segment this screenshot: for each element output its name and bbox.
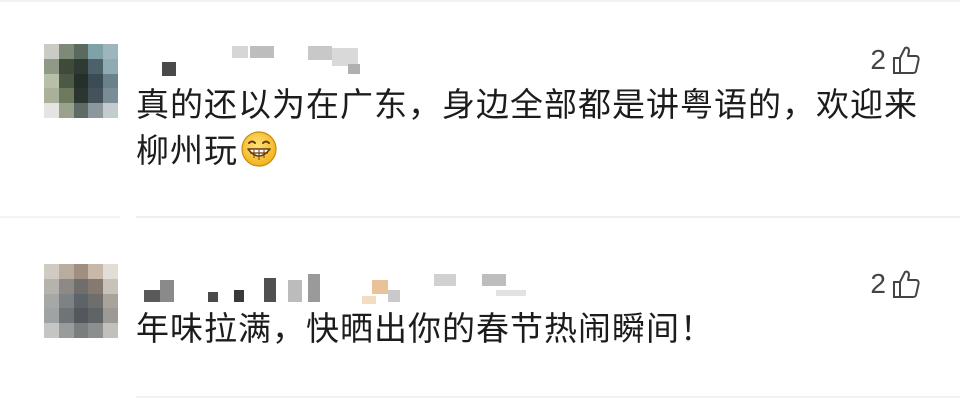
thumbs-up-icon (892, 45, 920, 75)
like-count: 2 (870, 268, 886, 299)
comment-text: 年味拉满，快晒出你的春节热闹瞬间！ (136, 309, 714, 348)
thumbs-up-icon (892, 269, 920, 299)
like-button[interactable]: 2 (870, 266, 920, 302)
avatar[interactable] (44, 44, 118, 118)
like-count: 2 (870, 44, 886, 75)
like-button[interactable]: 2 (870, 42, 920, 78)
grinning-face-emoji (240, 130, 278, 180)
comment-divider-left (0, 216, 120, 218)
comment-text: 真的还以为在广东，身边全部都是讲粤语的，欢迎来柳州玩 (136, 82, 936, 180)
avatar[interactable] (44, 264, 118, 338)
top-divider (0, 0, 960, 2)
bottom-divider (136, 396, 960, 398)
comment-divider (136, 216, 960, 218)
username-blurred[interactable] (136, 266, 556, 304)
username-blurred[interactable] (136, 42, 376, 78)
